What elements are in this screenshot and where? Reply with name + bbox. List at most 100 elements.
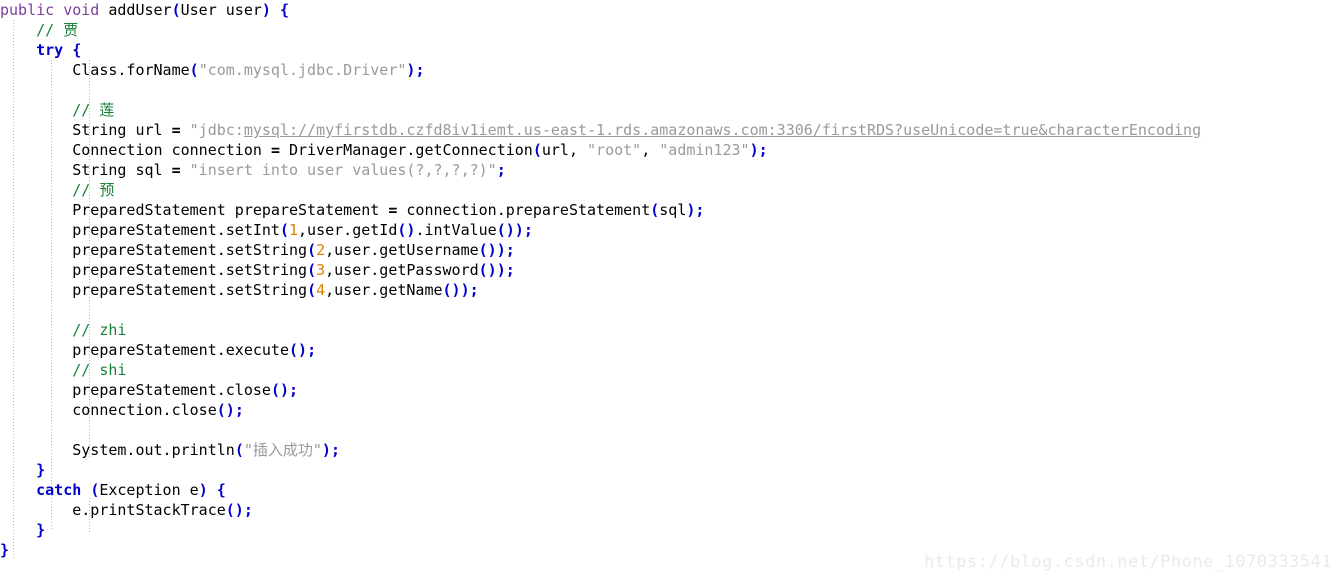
code-token: ; — [505, 241, 515, 259]
code-line[interactable]: String sql = "insert into user values(?,… — [0, 160, 1342, 180]
code-token: ; — [469, 281, 479, 299]
code-token: ( — [171, 1, 181, 19]
code-token: { — [279, 1, 289, 19]
code-token: = — [270, 141, 280, 159]
code-token: ( — [90, 481, 100, 499]
code-line[interactable]: try { — [0, 40, 1342, 60]
code-token: ; — [234, 401, 244, 419]
code-line[interactable]: String url = "jdbc:mysql://myfirstdb.czf… — [0, 120, 1342, 140]
code-token: ,user.getUsername — [325, 241, 479, 259]
code-token: // 预 — [72, 181, 115, 199]
code-line[interactable]: catch (Exception e) { — [0, 480, 1342, 500]
code-token: ( — [307, 261, 317, 279]
code-token: prepareStatement.setInt — [72, 221, 280, 239]
code-token: () — [289, 341, 308, 359]
code-line[interactable]: public void addUser(User user) { — [0, 0, 1342, 20]
code-token: prepareStatement.execute — [72, 341, 289, 359]
code-line[interactable]: prepareStatement.setInt(1,user.getId().i… — [0, 220, 1342, 240]
code-line[interactable]: e.printStackTrace(); — [0, 500, 1342, 520]
code-token: ( — [234, 441, 244, 459]
code-token: catch — [36, 481, 82, 499]
code-token: ,user.getId — [298, 221, 398, 239]
code-line[interactable] — [0, 300, 1342, 320]
code-token: , — [641, 141, 660, 159]
code-line[interactable]: prepareStatement.setString(4,user.getNam… — [0, 280, 1342, 300]
code-line[interactable]: // shi — [0, 360, 1342, 380]
code-token: addUser — [99, 1, 172, 19]
code-line[interactable] — [0, 80, 1342, 100]
code-token: ,user.getName — [325, 281, 443, 299]
code-token: ( — [532, 141, 542, 159]
code-line[interactable]: // 贾 — [0, 20, 1342, 40]
code-token: = — [388, 201, 398, 219]
code-line[interactable]: prepareStatement.setString(3,user.getPas… — [0, 260, 1342, 280]
code-token: 1 — [289, 221, 299, 239]
code-token: () — [397, 221, 416, 239]
code-token: ) — [749, 141, 759, 159]
code-token: Connection connection — [72, 141, 271, 159]
code-token: prepareStatement.setString — [72, 281, 308, 299]
code-token: "root" — [587, 141, 642, 159]
code-line[interactable] — [0, 420, 1342, 440]
code-token: prepareStatement.close — [72, 381, 271, 399]
code-token: () — [216, 401, 235, 419]
code-token: } — [36, 521, 46, 539]
code-line[interactable]: // 预 — [0, 180, 1342, 200]
code-token: prepareStatement.setString — [72, 241, 308, 259]
code-token: { — [216, 481, 226, 499]
code-line[interactable]: prepareStatement.setString(2,user.getUse… — [0, 240, 1342, 260]
code-token: ; — [496, 161, 506, 179]
code-line[interactable]: connection.close(); — [0, 400, 1342, 420]
code-token: public — [0, 1, 55, 19]
code-line[interactable]: } — [0, 520, 1342, 540]
code-token: "insert into user values(?,?,?,?)" — [189, 161, 497, 179]
code-line[interactable]: Class.forName("com.mysql.jdbc.Driver"); — [0, 60, 1342, 80]
code-token: // shi — [72, 361, 127, 379]
code-line[interactable]: prepareStatement.execute(); — [0, 340, 1342, 360]
code-token: ) — [261, 1, 271, 19]
code-token: "插入成功" — [243, 441, 322, 459]
code-line[interactable]: // 莲 — [0, 100, 1342, 120]
code-line[interactable]: PreparedStatement prepareStatement = con… — [0, 200, 1342, 220]
code-token: ( — [307, 281, 317, 299]
code-token: Class.forName — [72, 61, 190, 79]
code-token: { — [72, 41, 82, 59]
code-token: // 莲 — [72, 101, 115, 119]
code-line[interactable]: // zhi — [0, 320, 1342, 340]
code-token: ; — [289, 381, 299, 399]
code-line[interactable]: Connection connection = DriverManager.ge… — [0, 140, 1342, 160]
code-token: connection.prepareStatement — [397, 201, 651, 219]
code-line[interactable]: prepareStatement.close(); — [0, 380, 1342, 400]
code-token: ) — [321, 441, 331, 459]
code-token: ()) — [496, 221, 524, 239]
code-line[interactable]: } — [0, 460, 1342, 480]
code-token: .intValue — [415, 221, 497, 239]
source-code-block[interactable]: public void addUser(User user) { // 贾 tr… — [0, 0, 1342, 560]
code-token: prepareStatement.setString — [72, 261, 308, 279]
code-token: "com.mysql.jdbc.Driver" — [198, 61, 407, 79]
code-editor-viewport[interactable]: public void addUser(User user) { // 贾 tr… — [0, 0, 1342, 580]
code-token: String sql — [72, 161, 172, 179]
code-line[interactable]: System.out.println("插入成功"); — [0, 440, 1342, 460]
